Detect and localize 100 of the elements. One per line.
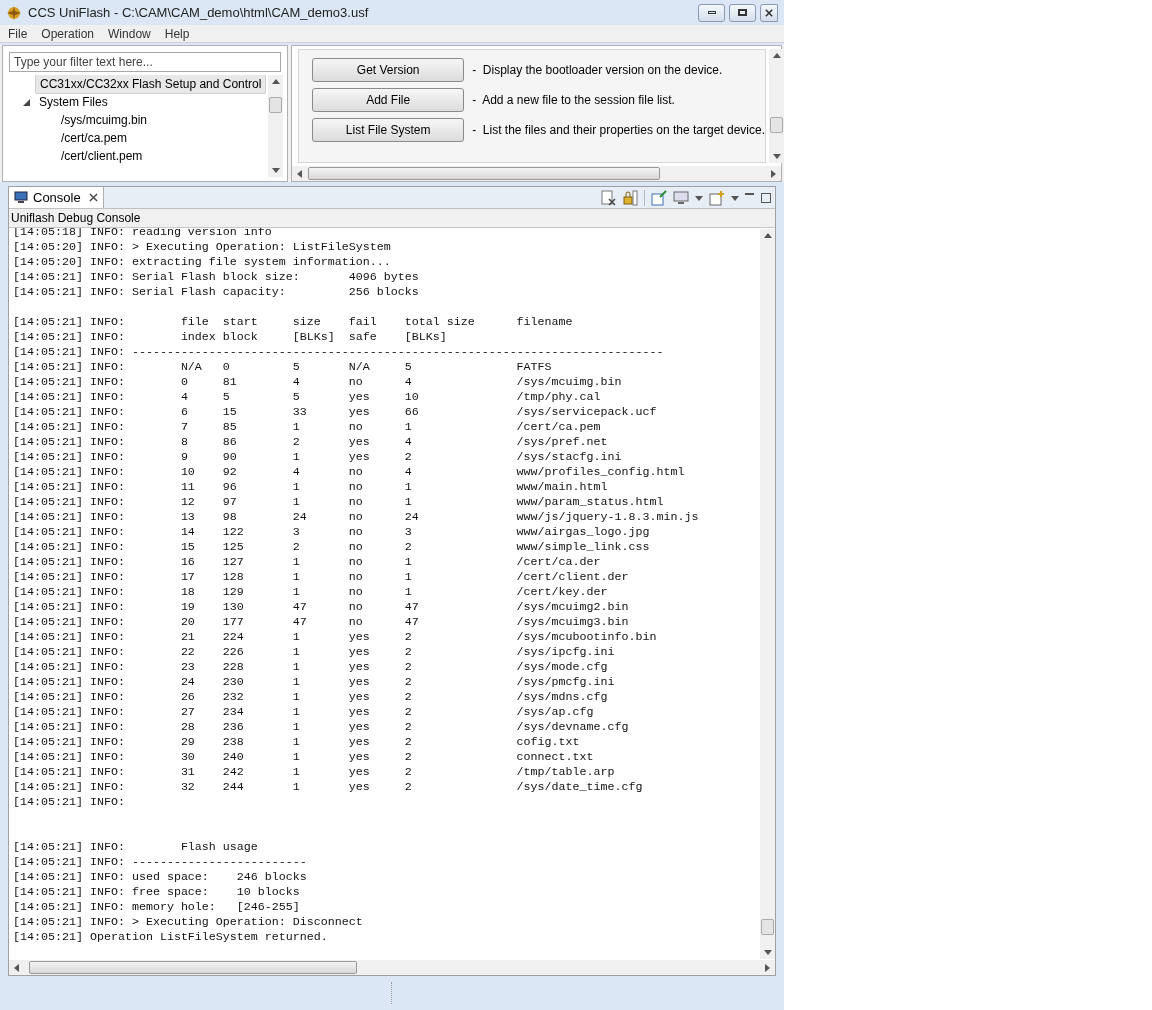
console-table-cell: 130 (222, 600, 244, 614)
console-table-cell: /sys/mdns.cfg (516, 690, 608, 704)
console-table-cell: [BLKs] (404, 330, 447, 344)
console-table-cell: 1 (292, 765, 300, 779)
scroll-up-icon[interactable] (763, 232, 772, 240)
console-line-prefix: [14:05:21] INFO: (13, 765, 126, 780)
console-table-cell: 1 (292, 555, 300, 569)
console-table-cell: connect.txt (516, 750, 594, 764)
tree-item[interactable]: /cert/client.pem (57, 147, 147, 165)
close-icon[interactable] (88, 193, 98, 202)
scroll-left-icon[interactable] (296, 169, 305, 178)
console-table-cell: fail (348, 315, 377, 329)
console-table-cell: 47 (404, 615, 419, 629)
console-table-cell: 29 (180, 735, 195, 749)
console-table-cell: yes (348, 645, 370, 659)
console-line-prefix: [14:05:21] INFO: (13, 705, 126, 720)
console-table-cell: 4 (180, 390, 188, 404)
minimize-button[interactable] (698, 3, 725, 22)
console-tab[interactable]: Console (9, 187, 104, 208)
operation-description: - Display the bootloader version on the device. (472, 62, 723, 79)
tree-item[interactable]: CC31xx/CC32xx Flash Setup and Control (35, 75, 267, 94)
console-table-cell: 26 (180, 690, 195, 704)
tree-item[interactable]: /sys/mcuimg.bin (57, 111, 152, 129)
console-table-cell: yes (348, 705, 370, 719)
scroll-thumb[interactable] (761, 919, 774, 935)
console-table-cell: 238 (222, 735, 244, 749)
console-line-prefix: [14:05:21] INFO: (13, 645, 126, 660)
console-line-prefix: [14:05:21] INFO: (13, 750, 126, 765)
scroll-right-icon[interactable] (769, 169, 777, 178)
console-table-cell: /cert/ca.der (516, 555, 601, 569)
close-button[interactable] (760, 3, 778, 22)
console-table-cell: 23 (180, 660, 195, 674)
clear-console-icon[interactable] (600, 189, 616, 206)
tree-item[interactable]: /cert/ca.pem (57, 129, 132, 147)
menu-item[interactable]: Window (102, 24, 157, 43)
console-line-prefix: [14:05:21] INFO: (13, 330, 126, 345)
dropdown-icon[interactable] (695, 193, 703, 202)
scroll-down-icon[interactable] (271, 166, 280, 174)
scroll-thumb[interactable] (29, 961, 357, 974)
display-icon[interactable] (673, 189, 689, 206)
operation-button[interactable]: Get Version (312, 58, 465, 82)
window-title: CCS UniFlash - C:\CAM\CAM_demo\html\CAM_demo3.usf (28, 3, 369, 22)
console-line-prefix: [14:05:21] INFO: (13, 555, 126, 570)
console-table-cell: 5 (222, 390, 230, 404)
dropdown-icon[interactable] (731, 193, 739, 202)
maximize-view-button[interactable] (761, 192, 771, 203)
console-table-cell: 4 (404, 465, 412, 479)
console-table-cell: 98 (222, 510, 237, 524)
console-table-cell: 1 (404, 495, 412, 509)
console-line-prefix: [14:05:21] INFO: (13, 675, 126, 690)
console-table-cell: 240 (222, 750, 244, 764)
console-table-cell: 1 (292, 780, 300, 794)
console-table-cell: www/js/jquery-1.8.3.min.js (516, 510, 699, 524)
console-table-cell: 1 (404, 480, 412, 494)
scroll-up-icon[interactable] (271, 78, 280, 86)
lock-icon[interactable] (622, 189, 638, 206)
maximize-button[interactable] (729, 3, 756, 22)
console-table-cell: 122 (222, 525, 244, 539)
scroll-down-icon[interactable] (763, 948, 772, 956)
scroll-thumb[interactable] (269, 97, 283, 113)
filter-field[interactable]: Type your filter text here... (9, 52, 281, 72)
console-table-cell: 4 (404, 375, 412, 389)
scroll-thumb[interactable] (308, 167, 661, 180)
console-line: [14:05:21] Operation ListFileSystem returned. (13, 930, 328, 944)
console-table-cell: 9 (180, 450, 188, 464)
menu-item[interactable]: Help (158, 24, 196, 43)
console-table-cell: no (348, 600, 363, 614)
console-table-cell: 230 (222, 675, 244, 689)
console-line: [14:05:21] INFO: (13, 795, 125, 809)
operation-button[interactable]: Add File (312, 88, 465, 112)
console-table-cell: 92 (222, 465, 237, 479)
console-table-cell: total size (404, 315, 475, 329)
console-table-cell: 33 (292, 405, 307, 419)
scroll-up-icon[interactable] (772, 52, 781, 60)
console-title: Uniflash Debug Console (11, 210, 141, 227)
console-table-cell: www/profiles_config.html (516, 465, 685, 479)
console-table-cell: no (348, 375, 363, 389)
scroll-thumb[interactable] (770, 117, 783, 133)
console-table-cell: N/A (180, 360, 202, 374)
menu-item[interactable]: File (2, 24, 34, 43)
console-line-prefix: [14:05:21] INFO: (13, 585, 126, 600)
operation-button[interactable]: List File System (312, 118, 465, 142)
console-table-cell: no (348, 585, 363, 599)
console-table-cell: 1 (404, 420, 412, 434)
collapse-icon[interactable] (23, 98, 30, 106)
console-line: [14:05:21] INFO: > Executing Operation: Disconnect (13, 915, 363, 929)
console-table-cell: yes (348, 690, 370, 704)
close-icon (765, 8, 773, 17)
tree-item[interactable]: System Files (35, 93, 112, 111)
scroll-down-icon[interactable] (772, 152, 781, 160)
console-table-cell: 226 (222, 645, 244, 659)
scroll-left-icon[interactable] (13, 963, 21, 972)
console-table-cell: 10 (180, 465, 195, 479)
console-table-cell: no (348, 420, 363, 434)
menu-item[interactable]: Operation (35, 24, 101, 43)
console-line-prefix: [14:05:21] INFO: (13, 660, 126, 675)
console-table-cell: 17 (180, 570, 195, 584)
scroll-right-icon[interactable] (763, 963, 771, 972)
console-table-cell: 1 (292, 630, 300, 644)
console-table-cell: 1 (404, 585, 412, 599)
